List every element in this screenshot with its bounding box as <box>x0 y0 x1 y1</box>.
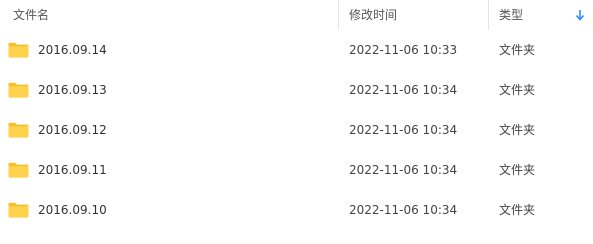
modified-time: 2022-11-06 10:34 <box>349 203 458 217</box>
list-item[interactable]: 2016.09.11 2022-11-06 10:34 文件夹 <box>0 150 593 190</box>
modified-time: 2022-11-06 10:34 <box>349 163 458 177</box>
folder-icon <box>8 202 29 218</box>
folder-icon <box>8 42 29 58</box>
file-name: 2016.09.12 <box>38 123 107 137</box>
list-item[interactable]: 2016.09.10 2022-11-06 10:34 文件夹 <box>0 190 593 230</box>
file-type: 文件夹 <box>499 43 536 57</box>
list-item[interactable]: 2016.09.12 2022-11-06 10:34 文件夹 <box>0 110 593 150</box>
folder-icon <box>8 162 29 178</box>
file-type: 文件夹 <box>499 203 536 217</box>
modified-time: 2022-11-06 10:34 <box>349 123 458 137</box>
file-name: 2016.09.11 <box>38 163 107 177</box>
list-item[interactable]: 2016.09.13 2022-11-06 10:34 文件夹 <box>0 70 593 110</box>
file-type: 文件夹 <box>499 83 536 97</box>
file-rows: 2016.09.14 2022-11-06 10:33 文件夹 2016.09.… <box>0 30 593 230</box>
column-header-modified-time[interactable]: 修改时间 <box>338 0 488 30</box>
file-type: 文件夹 <box>499 123 536 137</box>
list-item[interactable]: 2016.09.14 2022-11-06 10:33 文件夹 <box>0 30 593 70</box>
file-name: 2016.09.10 <box>38 203 107 217</box>
sort-down-arrow-icon[interactable] <box>575 9 585 21</box>
file-name: 2016.09.14 <box>38 43 107 57</box>
modified-time: 2022-11-06 10:33 <box>349 43 458 57</box>
file-list-view: 文件名 修改时间 类型 2016.09.14 2022-11-06 10:33 … <box>0 0 593 244</box>
file-name: 2016.09.13 <box>38 83 107 97</box>
file-type: 文件夹 <box>499 163 536 177</box>
modified-time: 2022-11-06 10:34 <box>349 83 458 97</box>
column-header-name[interactable]: 文件名 <box>0 0 338 30</box>
folder-icon <box>8 122 29 138</box>
column-header-bar: 文件名 修改时间 类型 <box>0 0 593 30</box>
folder-icon <box>8 82 29 98</box>
